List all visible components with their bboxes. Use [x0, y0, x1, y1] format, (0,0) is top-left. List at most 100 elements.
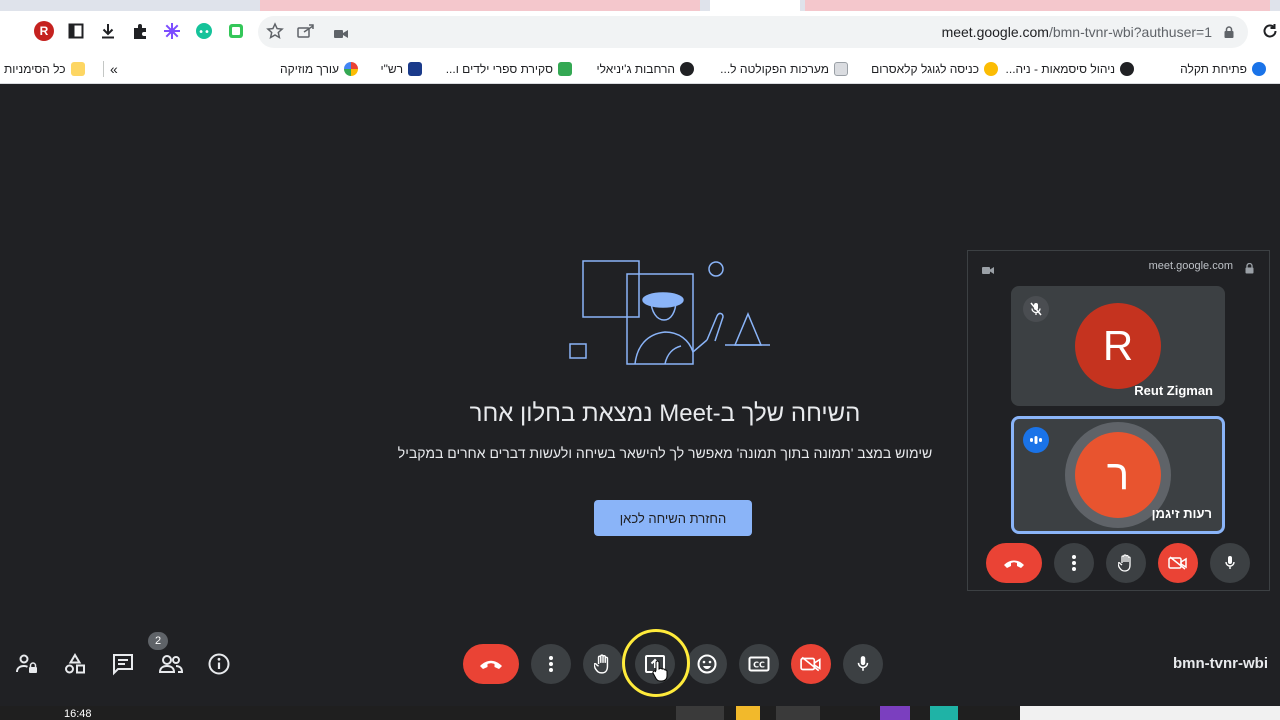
- camera-in-use-icon[interactable]: [334, 26, 348, 44]
- bookmark-item[interactable]: מערכות הפקולטה ל...: [720, 59, 848, 79]
- camera-off-button[interactable]: [1158, 543, 1198, 583]
- bookmark-label: עורך מוזיקה: [280, 62, 339, 76]
- bookmark-item[interactable]: רש"י: [380, 59, 422, 79]
- tab-strip: [0, 0, 1280, 11]
- bookmark-favicon-icon: [1252, 62, 1266, 76]
- bookmark-favicon-icon: [408, 62, 422, 76]
- tab-background[interactable]: [260, 0, 700, 11]
- bookmark-item[interactable]: ניהול סיסמאות - ניה...: [1006, 59, 1134, 79]
- bookmark-label: מערכות הפקולטה ל...: [720, 62, 829, 76]
- side-panel-icon[interactable]: [64, 19, 88, 43]
- camera-off-button[interactable]: [791, 644, 831, 684]
- url-path: /bmn-tvnr-wbi?authuser=1: [1048, 24, 1212, 40]
- tab-background[interactable]: [805, 0, 1270, 11]
- profile-initial: R: [34, 21, 54, 41]
- bookmark-label: כניסה לגוגל קלאסרום: [871, 62, 979, 76]
- reactions-button[interactable]: [687, 644, 727, 684]
- extension-flower-icon[interactable]: [160, 19, 184, 43]
- participant-name: Reut Zigman: [1134, 383, 1213, 398]
- hand-cursor-icon: [652, 660, 668, 687]
- pip-headline: השיחה שלך ב-Meet נמצאת בחלון אחר: [469, 400, 861, 427]
- raise-hand-button[interactable]: [1106, 543, 1146, 583]
- bookmark-item[interactable]: הרחבות ג'יניאלי: [596, 59, 694, 79]
- bookmark-item[interactable]: סקירת ספרי ילדים ו...: [446, 59, 572, 79]
- bookmark-label: פתיחת תקלה: [1180, 62, 1247, 76]
- participant-tile-active[interactable]: ר רעות זיגמן: [1011, 416, 1225, 534]
- more-options-button[interactable]: [1054, 543, 1094, 583]
- bookmark-favicon-icon: [558, 62, 572, 76]
- leave-call-button[interactable]: [986, 543, 1042, 583]
- participant-tile[interactable]: R Reut Zigman: [1011, 286, 1225, 406]
- svg-text:CC: CC: [753, 661, 765, 670]
- extensions-puzzle-icon[interactable]: [128, 19, 152, 43]
- bookmark-label: הרחבות ג'יניאלי: [596, 62, 675, 76]
- people-icon[interactable]: [157, 650, 185, 678]
- taskbar-clock: 16:48: [64, 708, 92, 720]
- bookmark-favicon-icon: [344, 62, 358, 76]
- participant-name: רעות זיגמן: [1151, 506, 1212, 521]
- address-bar[interactable]: meet.google.com/bmn-tvnr-wbi?authuser=1: [258, 16, 1248, 48]
- bookmarks-separator: [103, 61, 104, 77]
- meeting-info-icon[interactable]: [205, 650, 233, 678]
- participant-avatar: R: [1075, 303, 1161, 389]
- pip-controls: [968, 543, 1269, 583]
- microphone-button[interactable]: [1210, 543, 1250, 583]
- camera-in-use-icon: [982, 262, 994, 280]
- pip-url: meet.google.com: [1148, 260, 1233, 272]
- extension-grammarly-icon[interactable]: ••: [192, 19, 216, 43]
- lock-icon[interactable]: [1224, 25, 1234, 38]
- taskbar-onenote-icon[interactable]: [880, 706, 910, 720]
- lock-icon: [1245, 261, 1254, 279]
- os-taskbar: 16:48: [0, 706, 1280, 720]
- more-options-button[interactable]: [531, 644, 571, 684]
- bookmark-item[interactable]: כניסה לגוגל קלאסרום: [871, 59, 998, 79]
- url-domain: meet.google.com: [941, 24, 1049, 40]
- speaking-indicator-icon: [1023, 427, 1049, 453]
- download-icon[interactable]: [96, 19, 120, 43]
- bookmark-favicon-icon: [680, 62, 694, 76]
- taskbar-app[interactable]: [676, 706, 724, 720]
- tab-active[interactable]: [710, 0, 800, 11]
- bookmark-label: סקירת ספרי ילדים ו...: [445, 62, 553, 76]
- return-call-button[interactable]: החזרת השיחה לכאן: [594, 500, 752, 536]
- pip-illustration-icon: [569, 260, 770, 365]
- taskbar-folder-icon[interactable]: [736, 706, 760, 720]
- people-count-badge: 2: [148, 632, 168, 650]
- bookmark-label: ניהול סיסמאות - ניה...: [1005, 62, 1115, 76]
- taskbar-chrome-icon[interactable]: [776, 706, 820, 720]
- profile-avatar[interactable]: R: [32, 19, 56, 43]
- browser-toolbar: R •• meet.google.com/bmn-tvnr-wbi?authus…: [0, 11, 1280, 53]
- captions-button[interactable]: CC: [739, 644, 779, 684]
- reload-icon[interactable]: [1258, 19, 1280, 43]
- overflow-label: »: [110, 61, 118, 77]
- microphone-button[interactable]: [843, 644, 883, 684]
- bookmark-star-icon[interactable]: [266, 22, 284, 45]
- bookmark-favicon-icon: [1120, 62, 1134, 76]
- taskbar-search[interactable]: [1020, 706, 1280, 720]
- pip-subline: שימוש במצב 'תמונה בתוך תמונה' מאפשר לך ל…: [397, 445, 933, 461]
- pip-titlebar: meet.google.com: [968, 251, 1269, 283]
- bookmark-favicon-icon: [834, 62, 848, 76]
- raise-hand-button[interactable]: [583, 644, 623, 684]
- bookmarks-overflow-chevron-icon[interactable]: »: [110, 59, 118, 79]
- bookmark-label: רש"י: [380, 62, 403, 76]
- folder-icon: [70, 62, 85, 76]
- host-controls-lock-icon[interactable]: [13, 650, 41, 678]
- leave-call-button[interactable]: [463, 644, 519, 684]
- extension-green-icon[interactable]: [224, 19, 248, 43]
- url-text[interactable]: meet.google.com/bmn-tvnr-wbi?authuser=1: [942, 24, 1212, 40]
- svg-text:••: ••: [198, 27, 210, 38]
- share-icon[interactable]: [296, 22, 316, 45]
- mic-off-icon: [1023, 296, 1049, 322]
- bookmark-favicon-icon: [984, 62, 998, 76]
- chat-icon[interactable]: [109, 650, 137, 678]
- activities-shapes-icon[interactable]: [61, 650, 89, 678]
- bookmark-item[interactable]: עורך מוזיקה: [280, 59, 358, 79]
- bookmarks-bar: פתיחת תקלה ניהול סיסמאות - ניה... כניסה …: [0, 53, 1280, 84]
- meeting-code[interactable]: bmn-tvnr-wbi: [1173, 655, 1268, 672]
- all-bookmarks[interactable]: כל הסימניות: [4, 59, 85, 79]
- pip-window[interactable]: meet.google.com R Reut Zigman ר רעות זיג…: [967, 250, 1270, 591]
- all-bookmarks-label: כל הסימניות: [4, 62, 66, 76]
- bookmark-item[interactable]: פתיחת תקלה: [1180, 59, 1266, 79]
- taskbar-app-icon[interactable]: [930, 706, 958, 720]
